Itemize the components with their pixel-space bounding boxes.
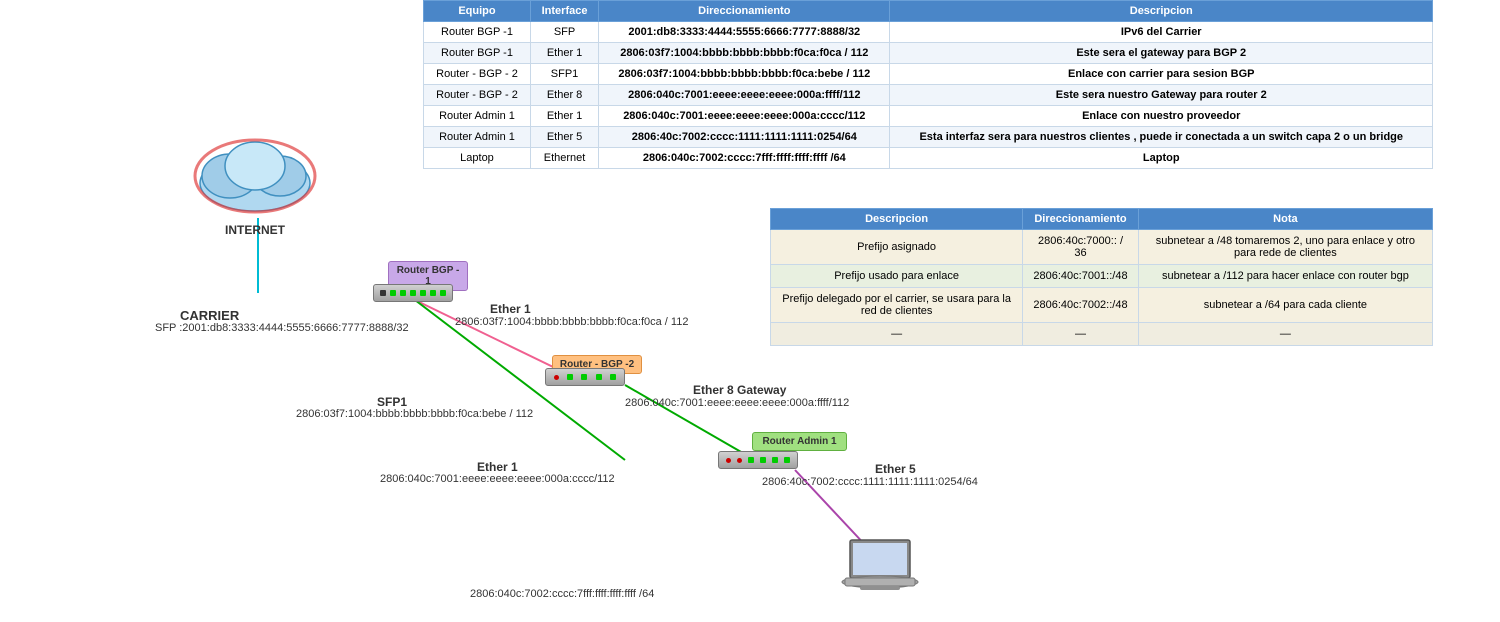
table-row: Router BGP -1SFP2001:db8:3333:4444:5555:… — [424, 22, 1433, 43]
ether1-admin-label: Ether 1 — [477, 460, 518, 474]
table-row: Prefijo delegado por el carrier, se usar… — [771, 288, 1433, 323]
internet-cloud: INTERNET — [185, 128, 325, 237]
port-a3 — [748, 457, 754, 463]
router-admin1-label-box: Router Admin 1 — [752, 432, 847, 451]
port2 — [390, 290, 396, 296]
table-row: ——— — [771, 323, 1433, 346]
table-row: LaptopEthernet2806:040c:7002:cccc:7fff:f… — [424, 148, 1433, 169]
port-a2 — [737, 458, 742, 463]
table-row: Router Admin 1Ether 52806:40c:7002:cccc:… — [424, 127, 1433, 148]
table-row: Router Admin 1Ether 12806:040c:7001:eeee… — [424, 106, 1433, 127]
router-bgp2-icon — [545, 368, 625, 386]
port3 — [400, 290, 406, 296]
second-table: Descripcion Direccionamiento Nota Prefij… — [770, 208, 1433, 346]
router-bgp1-icon — [373, 284, 453, 302]
table-row: Router BGP -1Ether 12806:03f7:1004:bbbb:… — [424, 43, 1433, 64]
ether5-addr: 2806:40c:7002:cccc:1111:1111:1111:0254/6… — [762, 476, 978, 488]
col-equipo: Equipo — [424, 1, 531, 22]
ether8-addr: 2806:040c:7001:eeee:eeee:eeee:000a:ffff/… — [625, 397, 849, 409]
router-admin1-icon — [718, 451, 798, 469]
col-interface: Interface — [530, 1, 598, 22]
port-a4 — [760, 457, 766, 463]
table-row: Prefijo asignado2806:40c:7000:: / 36subn… — [771, 230, 1433, 265]
ether1-bgp1-label: Ether 1 — [490, 302, 531, 316]
port-a1 — [726, 458, 731, 463]
col2-nota: Nota — [1138, 209, 1432, 230]
ether1-admin-addr: 2806:040c:7001:eeee:eeee:eeee:000a:cccc/… — [380, 473, 615, 485]
col-dir: Direccionamiento — [599, 1, 890, 22]
col2-dir: Direccionamiento — [1023, 209, 1139, 230]
ether1-bgp1-addr: 2806:03f7:1004:bbbb:bbbb:bbbb:f0ca:f0ca … — [455, 316, 688, 328]
sfp1-label: SFP1 — [377, 395, 407, 409]
ether5-label: Ether 5 — [875, 462, 916, 476]
internet-label: INTERNET — [185, 223, 325, 237]
laptop-svg — [840, 535, 920, 595]
main-table: Equipo Interface Direccionamiento Descri… — [423, 0, 1433, 169]
port6 — [430, 290, 436, 296]
router-admin1-label: Router Admin 1 — [762, 436, 836, 447]
sfp1-addr: 2806:03f7:1004:bbbb:bbbb:bbbb:f0ca:bebe … — [296, 408, 533, 420]
port-a6 — [784, 457, 790, 463]
port-r5 — [610, 374, 616, 380]
port-r3 — [581, 374, 587, 380]
ether8-label: Ether 8 Gateway — [693, 383, 786, 397]
table-row: Prefijo usado para enlace2806:40c:7001::… — [771, 265, 1433, 288]
port-r1 — [554, 375, 559, 380]
port5 — [420, 290, 426, 296]
col2-desc: Descripcion — [771, 209, 1023, 230]
port4 — [410, 290, 416, 296]
carrier-label: CARRIER — [180, 308, 239, 323]
port-r4 — [596, 374, 602, 380]
col-desc: Descripcion — [890, 1, 1433, 22]
port1 — [380, 290, 386, 296]
port-r2 — [567, 374, 573, 380]
port-a5 — [772, 457, 778, 463]
laptop-addr: 2806:040c:7002:cccc:7fff:ffff:ffff:ffff … — [470, 588, 654, 600]
carrier-sfp: SFP :2001:db8:3333:4444:5555:6666:7777:8… — [155, 322, 409, 334]
port7 — [440, 290, 446, 296]
table-row: Router - BGP - 2SFP12806:03f7:1004:bbbb:… — [424, 64, 1433, 85]
laptop-area — [820, 535, 940, 598]
table-row: Router - BGP - 2Ether 82806:040c:7001:ee… — [424, 85, 1433, 106]
